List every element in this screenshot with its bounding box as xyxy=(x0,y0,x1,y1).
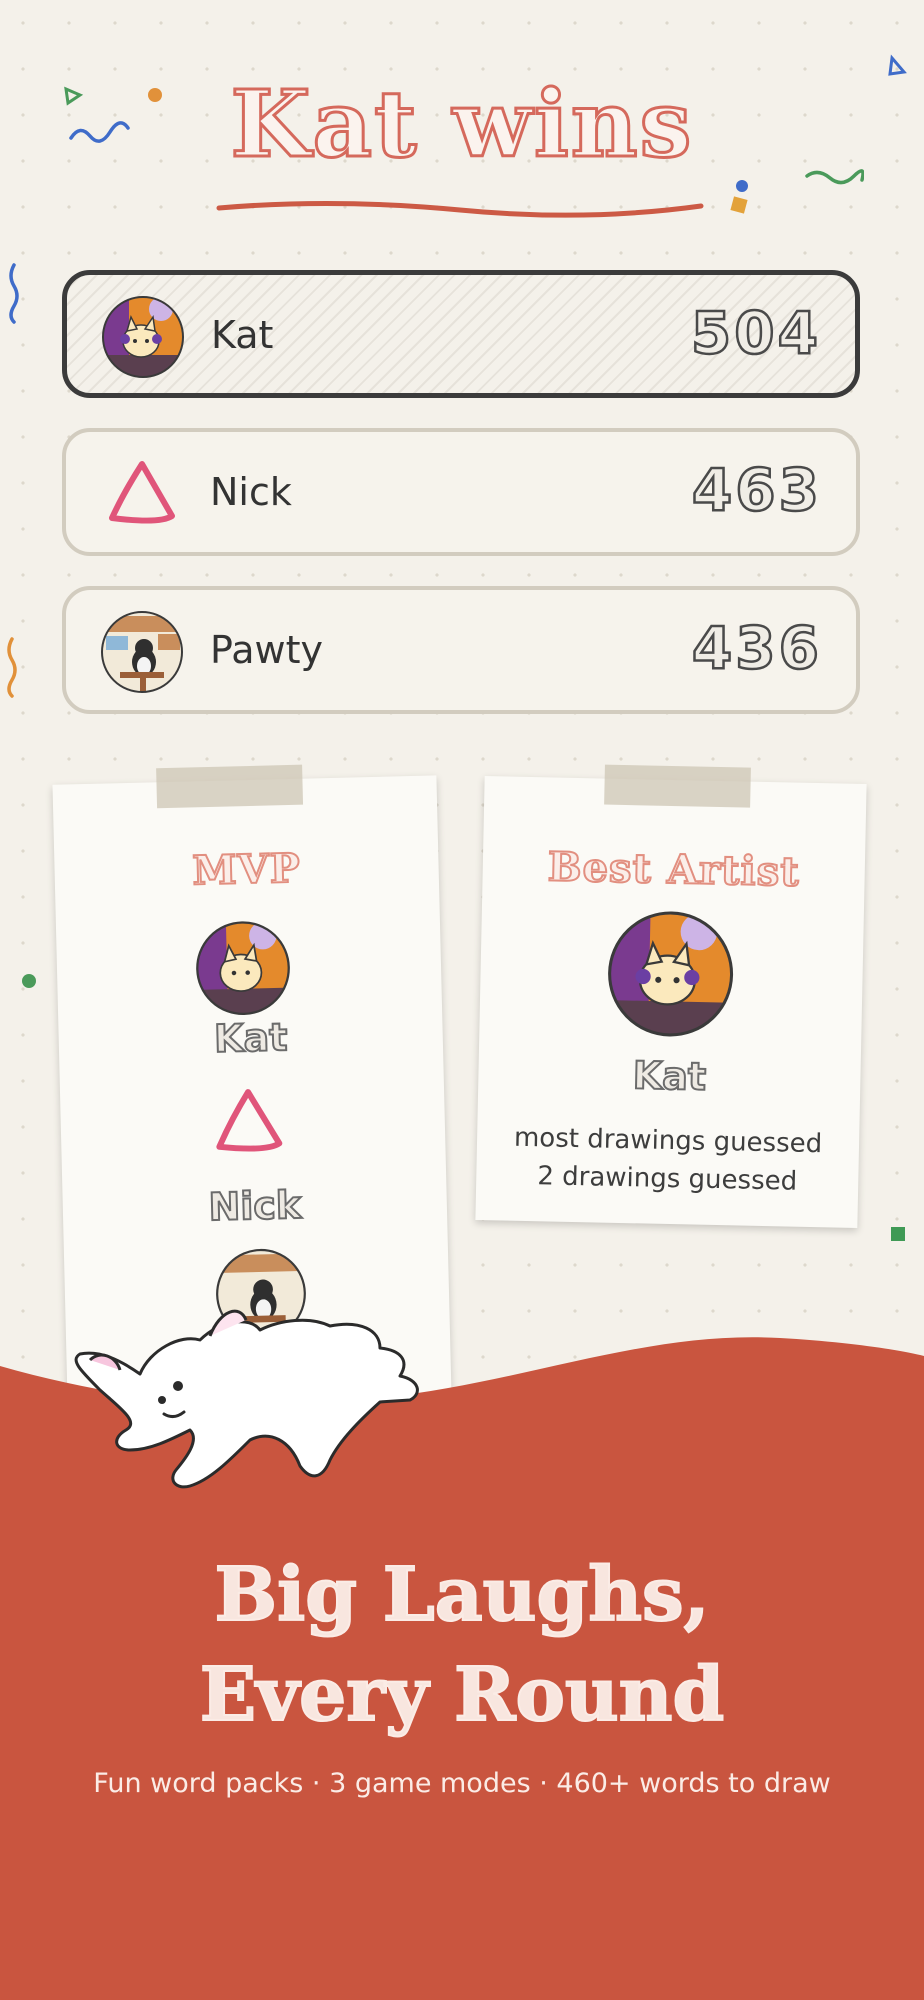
mvp-name: Nick xyxy=(207,1182,303,1230)
player-score: 436 xyxy=(691,613,822,684)
tape xyxy=(604,764,751,808)
dog-illustration xyxy=(74,1309,419,1489)
pink-triangle-avatar-icon xyxy=(216,1089,283,1152)
score-row-nick[interactable]: Nick 463 xyxy=(62,428,860,556)
confetti-squiggle-orange-left xyxy=(7,637,17,698)
headline-line-2: Every Round xyxy=(199,1651,725,1739)
mvp-title: MVP xyxy=(191,844,303,896)
tape xyxy=(156,764,304,809)
cat-dj-avatar-icon xyxy=(608,911,734,1037)
best-artist-name: Kat xyxy=(631,1052,707,1100)
headline-line-1: Big Laughs, xyxy=(214,1551,711,1639)
best-artist-desc: most drawings guessed xyxy=(513,1122,823,1160)
confetti-squiggle-blue-left xyxy=(9,263,19,324)
promo-headline: Big Laughs, Every Round xyxy=(0,1545,924,1745)
confetti-dot-blue xyxy=(736,180,748,192)
player-score: 504 xyxy=(690,298,821,369)
confetti-square-green xyxy=(891,1227,905,1241)
pink-triangle-avatar-icon xyxy=(109,461,175,524)
best-artist-title: Best Artist xyxy=(546,842,801,896)
score-row-pawty[interactable]: Pawty 436 xyxy=(62,586,860,714)
confetti-dot-green xyxy=(22,974,36,988)
winner-title: Kat wins xyxy=(229,69,694,180)
cat-dj-avatar-icon xyxy=(102,296,184,378)
penguin-cafe-avatar-icon xyxy=(101,611,183,693)
player-score: 463 xyxy=(691,455,822,526)
mvp-name: Kat xyxy=(213,1014,289,1062)
title-underline xyxy=(216,200,704,218)
cat-dj-avatar-icon xyxy=(196,921,290,1016)
confetti-square-orange xyxy=(730,196,748,214)
player-name: Nick xyxy=(210,470,292,514)
score-row-kat[interactable]: Kat 504 xyxy=(62,270,860,398)
best-artist-count: 2 drawings guessed xyxy=(537,1161,798,1197)
best-artist-card: Best Artist Kat most drawings guessed 2 … xyxy=(475,764,867,1228)
player-name: Kat xyxy=(211,313,274,357)
player-name: Pawty xyxy=(210,628,323,672)
promo-tagline: Fun word packs · 3 game modes · 460+ wor… xyxy=(93,1768,831,1799)
